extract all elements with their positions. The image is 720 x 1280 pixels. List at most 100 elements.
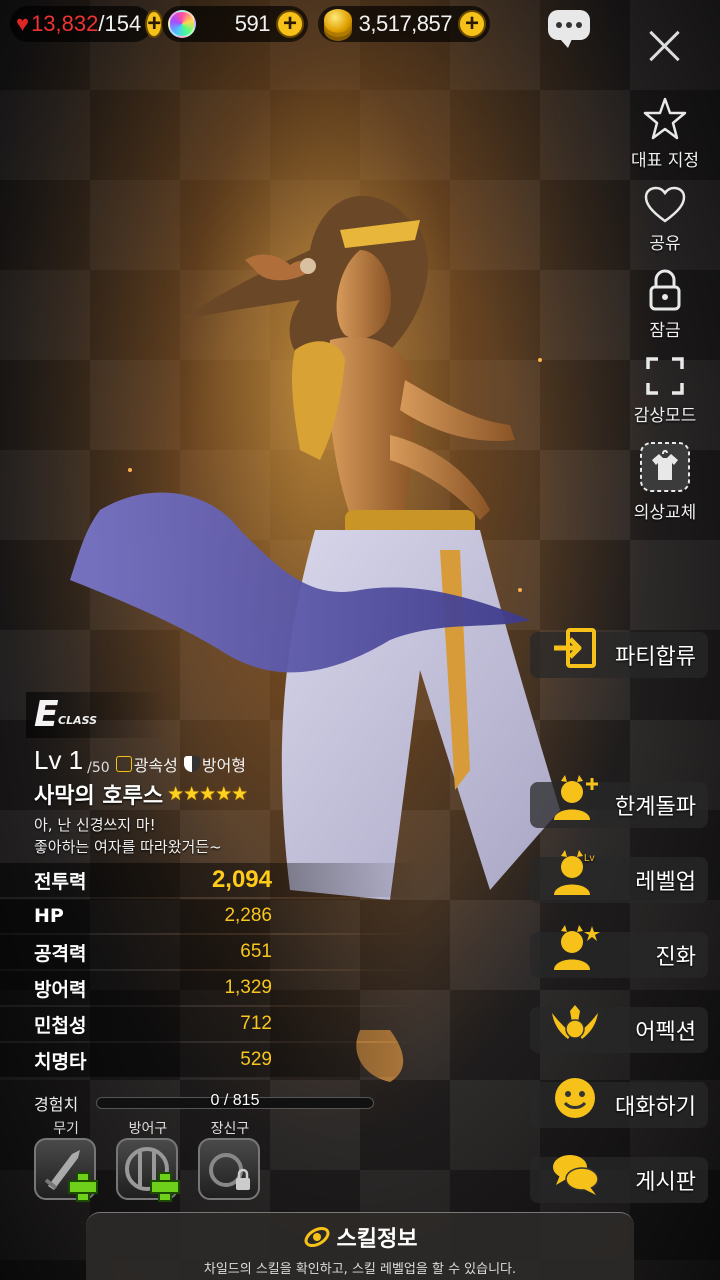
add-plus-icon	[66, 1170, 98, 1202]
evolve-icon	[554, 925, 600, 970]
skill-info-title-row: 스킬정보	[303, 1221, 418, 1253]
skill-info-title: 스킬정보	[336, 1227, 418, 1252]
lock-button[interactable]: 잠금	[620, 268, 710, 341]
quote-line: 좋아하는 여자를 따라왔거든~	[34, 838, 222, 856]
class-word: CLASS	[58, 714, 98, 727]
stamina-current: 13,832	[31, 11, 99, 36]
evolve-button[interactable]: 진화	[530, 925, 708, 978]
party-join-button[interactable]: 파티합류	[530, 628, 708, 678]
gem-resource: 591 +	[162, 6, 308, 42]
experience-bar: 0 / 815	[96, 1092, 374, 1109]
svg-text:Lv: Lv	[584, 853, 595, 864]
stat-label: 치명타	[34, 1050, 87, 1073]
level-up-button[interactable]: Lv 레벨업	[530, 850, 708, 903]
equip-label: 장신구	[210, 1121, 250, 1137]
level-up-icon: Lv	[554, 850, 595, 895]
side-menu-label: 감상모드	[633, 406, 697, 426]
action-label: 레벨업	[635, 870, 696, 895]
share-button[interactable]: 공유	[620, 185, 710, 254]
class-grade: E	[34, 694, 59, 735]
gold-count: 3,517,857	[358, 11, 453, 36]
role-tag: 방어형	[183, 752, 247, 776]
talk-button[interactable]: 대화하기	[530, 1078, 708, 1128]
affection-icon	[552, 1005, 598, 1039]
add-gold-button[interactable]: +	[458, 10, 486, 38]
lock-icon	[649, 269, 681, 311]
character-level-max: /50	[87, 760, 110, 776]
stat-value: 529	[240, 1049, 272, 1070]
add-stamina-button[interactable]: +	[145, 10, 164, 38]
stat-row-defense: 방어력 1,329	[0, 971, 420, 1005]
level-row: Lv 1 /50 광속성 방어형	[34, 745, 246, 776]
action-label: 한계돌파	[615, 795, 696, 820]
action-label: 진화	[655, 945, 696, 970]
action-label: 파티합류	[615, 645, 696, 670]
stat-label: 공격력	[34, 942, 87, 965]
element-tag: 광속성	[115, 752, 178, 776]
add-gems-button[interactable]: +	[276, 10, 304, 38]
armor-slot[interactable]: 방어구	[116, 1118, 180, 1202]
board-button[interactable]: 게시판	[530, 1155, 708, 1203]
gold-coin-icon	[324, 9, 352, 33]
experience-row: 경험치 0 / 815	[34, 1092, 374, 1114]
close-icon[interactable]	[644, 26, 684, 66]
stat-value: 1,329	[224, 977, 272, 998]
stat-row-agility: 민첩성 712	[0, 1007, 420, 1041]
party-join-icon	[554, 628, 596, 668]
role-label: 방어형	[201, 756, 247, 775]
character-level: Lv 1	[34, 745, 84, 775]
costume-icon	[640, 442, 690, 492]
star-rating: ★★★★★	[167, 783, 248, 805]
ring-icon	[209, 1153, 250, 1190]
stat-label: 전투력	[34, 870, 87, 893]
armor-slot-button[interactable]	[116, 1138, 180, 1202]
set-representative-button[interactable]: 대표 지정	[620, 96, 710, 171]
stat-value: 651	[240, 941, 272, 962]
star-icon	[643, 97, 687, 140]
add-plus-icon	[148, 1170, 180, 1202]
heart-icon	[644, 186, 686, 223]
limit-break-icon	[554, 775, 598, 820]
stat-label: 민첩성	[34, 1014, 87, 1037]
gem-count: 591	[234, 11, 271, 36]
gem-icon	[168, 10, 196, 38]
change-costume-button[interactable]: 의상교체	[620, 440, 710, 523]
action-label: 게시판	[635, 1170, 696, 1195]
skill-info-button[interactable]: 스킬정보 차일드의 스킬을 확인하고, 스킬 레벨업을 할 수 있습니다.	[86, 1212, 634, 1280]
equip-label: 방어구	[128, 1121, 168, 1137]
side-menu-label: 공유	[649, 234, 681, 254]
limit-break-button[interactable]: 한계돌파	[530, 775, 708, 828]
name-row: 사막의 호루스 ★★★★★	[34, 778, 248, 810]
stats-table: 전투력 2,094 HP 2,286 공격력 651 방어력 1,329 민첩성…	[0, 863, 420, 1079]
shield-icon	[183, 756, 200, 772]
action-label: 어펙션	[635, 1020, 696, 1045]
fullscreen-icon	[646, 357, 684, 395]
stat-value: 2,286	[224, 905, 272, 926]
experience-text: 0 / 815	[210, 1092, 260, 1109]
gold-resource: 3,517,857 +	[318, 6, 490, 42]
stat-value: 2,094	[211, 866, 272, 893]
stat-row-attack: 공격력 651	[0, 935, 420, 969]
stat-row-critical: 치명타 529	[0, 1043, 420, 1077]
board-icon	[553, 1155, 599, 1195]
stat-label: HP	[34, 905, 64, 927]
side-menu-label: 잠금	[649, 321, 681, 341]
weapon-slot-button[interactable]	[34, 1138, 98, 1202]
stat-row-power: 전투력 2,094	[0, 863, 420, 897]
weapon-slot[interactable]: 무기	[34, 1118, 98, 1202]
chat-icon[interactable]	[548, 10, 590, 48]
accessory-slot-button[interactable]	[198, 1138, 260, 1200]
side-menu: 대표 지정 공유 잠금 감상모드 의상교체	[620, 96, 710, 537]
class-badge: E CLASS	[26, 692, 166, 738]
affection-button[interactable]: 어펙션	[530, 1005, 708, 1053]
stamina-max: /154	[98, 11, 142, 36]
stamina-resource: ♥ 13,832 /154 +	[10, 6, 164, 42]
stat-row-hp: HP 2,286	[0, 899, 420, 933]
stat-label: 방어력	[34, 978, 87, 1001]
stat-value: 712	[240, 1013, 272, 1034]
resource-bar: ♥ 13,832 /154 + 591 + 3,517,857 +	[10, 6, 490, 42]
heart-icon: ♥	[16, 11, 30, 36]
view-mode-button[interactable]: 감상모드	[620, 355, 710, 426]
character-name: 사막의 호루스	[34, 784, 164, 809]
accessory-slot[interactable]: 장신구	[198, 1118, 262, 1200]
